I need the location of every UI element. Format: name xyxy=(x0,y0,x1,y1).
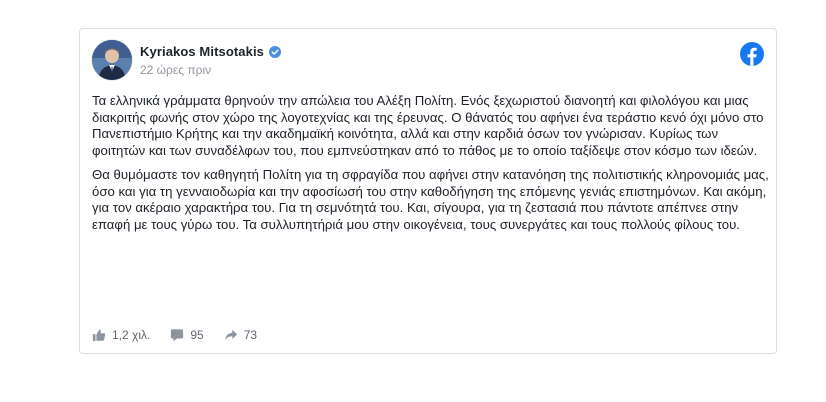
thumbs-up-icon xyxy=(92,329,106,342)
facebook-post-card: Kyriakos Mitsotakis 22 ώρες πριν Τα ελλη… xyxy=(79,28,777,354)
comments-count-text: 95 xyxy=(190,328,204,342)
likes-count-text: 1,2 χιλ. xyxy=(112,328,151,342)
likes-count[interactable]: 1,2 χιλ. xyxy=(92,328,150,342)
verified-badge-icon xyxy=(269,45,282,58)
shares-count-text: 73 xyxy=(243,328,258,342)
post-timestamp[interactable]: 22 ώρες πριν xyxy=(140,63,281,77)
author-line: Kyriakos Mitsotakis xyxy=(140,42,282,60)
comments-count[interactable]: 95 xyxy=(170,328,204,342)
author-avatar[interactable] xyxy=(92,40,132,80)
post-stats-bar: 1,2 χιλ. 95 73 xyxy=(92,325,277,345)
avatar-portrait xyxy=(92,40,132,80)
author-name[interactable]: Kyriakos Mitsotakis xyxy=(140,44,264,59)
post-paragraph-1: Τα ελληνικά γράμματα θρηνούν την απώλεια… xyxy=(92,93,764,158)
post-header: Kyriakos Mitsotakis 22 ώρες πριν xyxy=(92,40,764,82)
facebook-icon[interactable] xyxy=(740,42,764,66)
share-arrow-icon xyxy=(224,329,237,341)
shares-count[interactable]: 73 xyxy=(224,328,257,342)
post-body: Τα ελληνικά γράμματα θρηνούν την απώλεια… xyxy=(92,93,770,241)
post-paragraph-2: Θα θυμόμαστε τον καθηγητή Πολίτη για τη … xyxy=(92,167,769,232)
author-block: Kyriakos Mitsotakis 22 ώρες πριν xyxy=(140,42,282,77)
comment-icon xyxy=(171,329,184,342)
